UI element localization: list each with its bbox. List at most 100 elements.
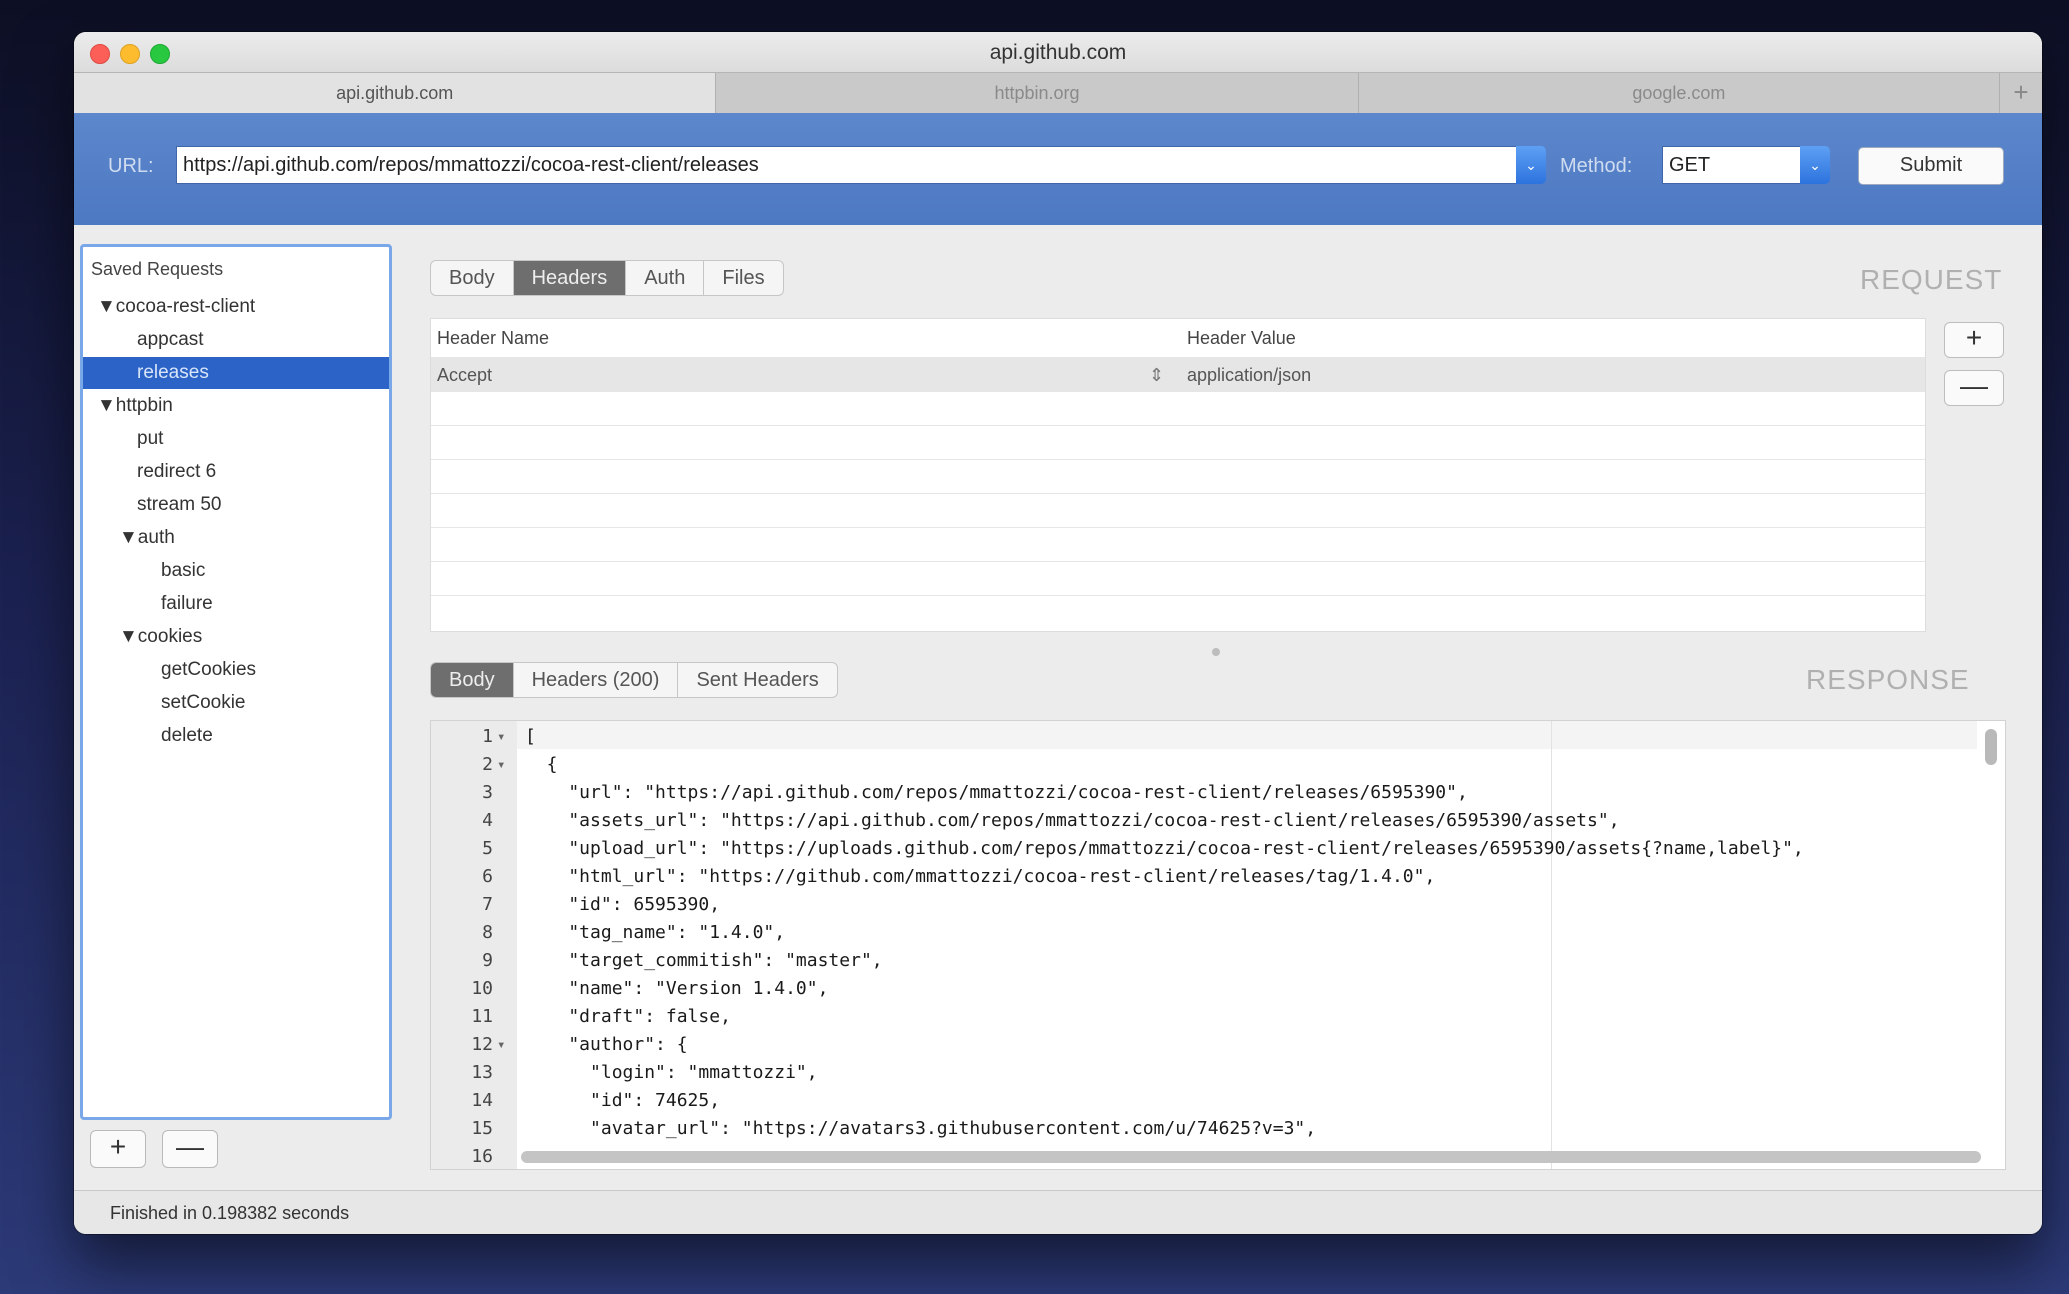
line-number: 1 bbox=[482, 726, 493, 747]
header-row-empty[interactable] bbox=[431, 391, 1925, 426]
app-window: api.github.com api.github.com httpbin.or… bbox=[74, 32, 2042, 1234]
saved-request-item[interactable]: setCookie bbox=[83, 687, 389, 719]
horizontal-scrollbar[interactable] bbox=[521, 1151, 1981, 1163]
header-value-cell[interactable]: application/json bbox=[1187, 358, 1311, 392]
code-line: 15 "avatar_url": "https://avatars3.githu… bbox=[431, 1115, 2005, 1143]
saved-request-item[interactable]: ▼cookies bbox=[83, 621, 389, 653]
remove-request-button[interactable]: — bbox=[162, 1130, 218, 1168]
saved-request-item[interactable]: ▼cocoa-rest-client bbox=[83, 291, 389, 323]
header-row-empty[interactable] bbox=[431, 527, 1925, 562]
header-row-empty[interactable] bbox=[431, 561, 1925, 596]
line-number: 11 bbox=[471, 1006, 493, 1027]
code-line: 7 "id": 6595390, bbox=[431, 891, 2005, 919]
code-text: "id": 6595390, bbox=[525, 894, 721, 915]
method-dropdown[interactable]: ⌄ bbox=[1800, 146, 1830, 184]
tab-request-headers[interactable]: Headers bbox=[513, 261, 627, 295]
code-line: 14 "id": 74625, bbox=[431, 1087, 2005, 1115]
line-number: 4 bbox=[482, 810, 493, 831]
tab-request-files[interactable]: Files bbox=[704, 261, 782, 295]
saved-request-item[interactable]: redirect 6 bbox=[83, 456, 389, 488]
saved-requests-title: Saved Requests bbox=[91, 259, 224, 279]
tab-sent-headers[interactable]: Sent Headers bbox=[678, 663, 836, 697]
header-name-column: Header Name bbox=[437, 328, 550, 348]
line-number: 16 bbox=[471, 1146, 493, 1167]
url-history-dropdown[interactable]: ⌄ bbox=[1516, 146, 1546, 184]
vertical-scrollbar[interactable] bbox=[1985, 729, 1997, 765]
line-number: 7 bbox=[482, 894, 493, 915]
fold-toggle-icon[interactable]: ▾ bbox=[497, 1031, 505, 1059]
line-number: 12 bbox=[471, 1034, 493, 1055]
tab-response-body[interactable]: Body bbox=[431, 663, 514, 697]
add-header-button[interactable]: + bbox=[1944, 322, 2004, 358]
code-text: "id": 74625, bbox=[525, 1090, 721, 1111]
line-number: 3 bbox=[482, 782, 493, 803]
tab-google[interactable]: google.com bbox=[1359, 73, 2001, 113]
remove-header-button[interactable]: — bbox=[1944, 370, 2004, 406]
url-toolbar: URL: https://api.github.com/repos/mmatto… bbox=[74, 113, 2042, 225]
saved-request-item[interactable]: ▼httpbin bbox=[83, 390, 389, 422]
title-bar: api.github.com bbox=[74, 32, 2042, 72]
code-text: "html_url": "https://github.com/mmattozz… bbox=[525, 866, 1436, 887]
saved-request-item[interactable]: put bbox=[83, 423, 389, 455]
request-tabs: Body Headers Auth Files bbox=[430, 260, 784, 296]
fold-toggle-icon[interactable]: ▾ bbox=[497, 751, 505, 779]
header-value-column: Header Value bbox=[1187, 328, 1296, 348]
saved-request-item[interactable]: stream 50 bbox=[83, 489, 389, 521]
code-text: "tag_name": "1.4.0", bbox=[525, 922, 786, 943]
fold-toggle-icon[interactable]: ▾ bbox=[497, 723, 505, 751]
header-name-cell[interactable]: Accept bbox=[437, 358, 492, 392]
code-text: [ bbox=[525, 726, 536, 747]
tab-httpbin[interactable]: httpbin.org bbox=[716, 73, 1359, 113]
header-row-empty[interactable] bbox=[431, 459, 1925, 494]
new-tab-button[interactable]: + bbox=[2000, 73, 2042, 113]
saved-request-item[interactable]: ▼auth bbox=[83, 522, 389, 554]
code-line: 8 "tag_name": "1.4.0", bbox=[431, 919, 2005, 947]
header-row-empty[interactable] bbox=[431, 425, 1925, 460]
saved-request-item[interactable]: delete bbox=[83, 720, 389, 752]
code-line: 1 ▾ [ bbox=[431, 723, 2005, 751]
header-row[interactable]: Accept ⇕ application/json bbox=[431, 357, 1925, 392]
code-text: "url": "https://api.github.com/repos/mma… bbox=[525, 782, 1468, 803]
line-number: 5 bbox=[482, 838, 493, 859]
add-request-button[interactable]: + bbox=[90, 1130, 146, 1168]
chevron-down-icon: ⌄ bbox=[1809, 157, 1821, 173]
code-text: "login": "mmattozzi", bbox=[525, 1062, 818, 1083]
saved-request-item[interactable]: appcast bbox=[83, 324, 389, 356]
url-input[interactable]: https://api.github.com/repos/mmattozzi/c… bbox=[176, 146, 1520, 184]
header-row-empty[interactable] bbox=[431, 595, 1925, 630]
code-line: 10 "name": "Version 1.4.0", bbox=[431, 975, 2005, 1003]
tab-request-body[interactable]: Body bbox=[431, 261, 514, 295]
line-number: 2 bbox=[482, 754, 493, 775]
tab-api-github[interactable]: api.github.com bbox=[74, 73, 717, 113]
method-label: Method: bbox=[1560, 155, 1633, 177]
code-text: "name": "Version 1.4.0", bbox=[525, 978, 829, 999]
method-select[interactable]: GET bbox=[1662, 146, 1802, 184]
line-number: 14 bbox=[471, 1090, 493, 1111]
line-number: 6 bbox=[482, 866, 493, 887]
saved-request-item[interactable]: getCookies bbox=[83, 654, 389, 686]
response-section-label: RESPONSE bbox=[1806, 664, 1970, 695]
chevron-down-icon: ⌄ bbox=[1525, 157, 1537, 173]
code-text: "assets_url": "https://api.github.com/re… bbox=[525, 810, 1620, 831]
tab-request-auth[interactable]: Auth bbox=[626, 261, 705, 295]
response-body-editor[interactable]: 1 ▾[2 ▾ {3 "url": "https://api.github.com/… bbox=[430, 720, 2006, 1170]
saved-request-item[interactable]: failure bbox=[83, 588, 389, 620]
saved-request-item[interactable]: basic bbox=[83, 555, 389, 587]
saved-requests-panel: Saved Requests ▼cocoa-rest-client appcast… bbox=[80, 244, 392, 1120]
code-text: "upload_url": "https://uploads.github.co… bbox=[525, 838, 1804, 859]
status-bar: Finished in 0.198382 seconds bbox=[74, 1190, 2042, 1234]
code-line: 13 "login": "mmattozzi", bbox=[431, 1059, 2005, 1087]
saved-request-item[interactable]: releases bbox=[83, 357, 389, 389]
header-row-empty[interactable] bbox=[431, 493, 1925, 528]
request-section-label: REQUEST bbox=[1860, 264, 2003, 295]
code-line: 5 "upload_url": "https://uploads.github.… bbox=[431, 835, 2005, 863]
request-headers-table: Header Name Header Value Accept ⇕ applic… bbox=[430, 318, 1926, 632]
stepper-icon[interactable]: ⇕ bbox=[1149, 358, 1164, 392]
window-title: api.github.com bbox=[989, 41, 1127, 64]
tab-response-headers[interactable]: Headers (200) bbox=[514, 663, 679, 697]
split-view-handle[interactable] bbox=[1212, 648, 1220, 656]
code-text: "author": { bbox=[525, 1034, 688, 1055]
status-text: Finished in 0.198382 seconds bbox=[110, 1203, 350, 1223]
submit-button[interactable]: Submit bbox=[1858, 147, 2004, 185]
code-line: 3 "url": "https://api.github.com/repos/m… bbox=[431, 779, 2005, 807]
